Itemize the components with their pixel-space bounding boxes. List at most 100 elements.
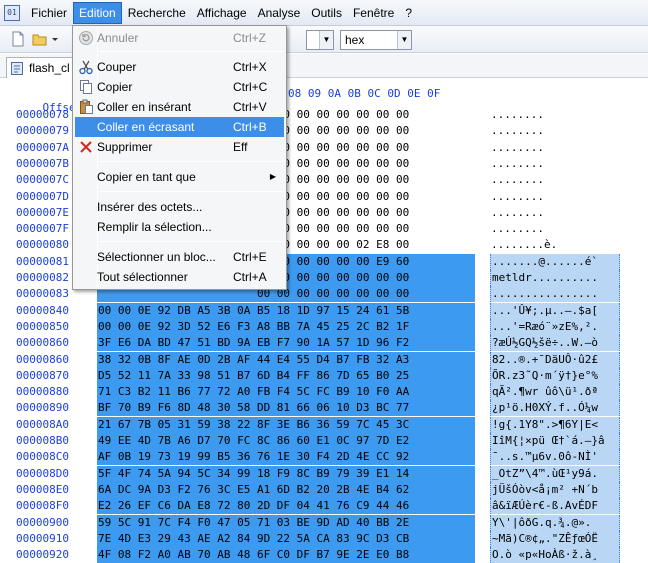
row-ascii[interactable]: ...'=Ræó¨»zE%,².: [490, 318, 620, 335]
row-ascii[interactable]: O.ò «p«HoÀß·ž.à¸: [490, 547, 620, 563]
undo-icon: [79, 31, 93, 45]
dropdown-arrow-icon[interactable]: [52, 31, 58, 47]
hex-row[interactable]: 00000920 4F 08 F2 A0 AB 70 AB 48 6F C0 DF…: [0, 547, 648, 563]
row-bytes[interactable]: 49 EE 4D 7B A6 D7 70 FC 8C 86 60 E1 0C 9…: [97, 433, 475, 449]
hex-row[interactable]: 000008F0 E2 26 EF C6 DA E8 72 80 2D DF 04…: [0, 498, 648, 515]
row-ascii[interactable]: 82..®.+¯DäUÔ·û2£: [490, 351, 620, 368]
menu-item-label: Coller en écrasant: [97, 120, 195, 134]
row-ascii[interactable]: IîM{¦×pü Œ†`á.—}â: [490, 433, 620, 449]
edition-menu: Annuler Ctrl+Z Couper Ctrl+X Copier Ctrl…: [72, 25, 287, 290]
row-ascii[interactable]: ¿p¹ö.H0XÝ.f..Ó¼w: [490, 400, 620, 417]
menu-analyse[interactable]: Analyse: [253, 3, 306, 23]
hex-row[interactable]: 00000890 BF 70 B9 F6 8D 48 30 58 DD 81 66…: [0, 400, 648, 417]
menu-outils[interactable]: Outils: [306, 3, 347, 23]
row-bytes[interactable]: 71 C3 B2 11 B6 77 72 A0 FB F4 5C FC B9 1…: [97, 384, 475, 401]
menu-item-couper[interactable]: Couper Ctrl+X: [75, 57, 284, 77]
row-bytes[interactable]: 38 32 0B 8F AE 0D 2B AF 44 E4 55 D4 B7 F…: [97, 351, 475, 368]
row-ascii[interactable]: ........: [490, 205, 620, 221]
menu-item-shortcut: Eff: [233, 140, 248, 154]
row-ascii[interactable]: .......@......é`: [490, 253, 620, 270]
menu-item-shortcut: Ctrl+B: [233, 120, 267, 134]
hex-row[interactable]: 000008E0 6A DC 9A D3 F2 76 3C E5 A1 6D B2…: [0, 481, 648, 498]
display-mode-value: hex: [345, 33, 365, 47]
row-ascii[interactable]: ........: [490, 172, 620, 188]
row-bytes[interactable]: 59 5C 91 7C F4 F0 47 05 71 03 BE 9D AD 4…: [97, 514, 475, 531]
row-ascii[interactable]: ................: [490, 286, 620, 303]
row-ascii[interactable]: ........: [490, 221, 620, 237]
menu-item-annuler[interactable]: Annuler Ctrl+Z: [75, 28, 284, 48]
menu-separator: [99, 191, 284, 192]
row-bytes[interactable]: 21 67 7B 05 31 59 38 22 8F 3E B6 36 59 7…: [97, 416, 475, 433]
row-ascii[interactable]: â&ïÆÚèr€-ß.AvÉDF: [490, 498, 620, 515]
hex-row[interactable]: 000008A0 21 67 7B 05 31 59 38 22 8F 3E B6…: [0, 416, 648, 433]
hex-row[interactable]: 00000860 3F E6 DA BD 47 51 BD 9A EB F7 90…: [0, 335, 648, 352]
hex-row[interactable]: 00000880 71 C3 B2 11 B6 77 72 A0 FB F4 5C…: [0, 384, 648, 401]
menu-item-remplir-selection[interactable]: Remplir la sélection...: [75, 217, 284, 237]
row-ascii[interactable]: ÕR.z3˜Q·m´ÿ†}e°%: [490, 367, 620, 384]
menu-item-shortcut: Ctrl+C: [233, 80, 268, 94]
hex-row[interactable]: 00000860 38 32 0B 8F AE 0D 2B AF 44 E4 55…: [0, 351, 648, 368]
row-ascii[interactable]: ¯..s.™µ6v.0ô-NÌ': [490, 449, 620, 466]
menu-fichier[interactable]: Fichier: [26, 3, 72, 23]
menu-item-tout-selectionner[interactable]: Tout sélectionner Ctrl+A: [75, 267, 284, 287]
row-ascii[interactable]: ........: [490, 156, 620, 172]
row-offset: 00000860: [16, 352, 69, 366]
display-mode-select[interactable]: hex ▼: [340, 30, 412, 50]
row-bytes[interactable]: D5 52 11 7A 33 98 51 B7 6D B4 FF 86 7D 6…: [97, 367, 475, 384]
row-bytes[interactable]: 4F 08 F2 A0 AB 70 AB 48 6F C0 DF B7 9E 2…: [97, 547, 475, 563]
row-offset: 0000007C: [16, 173, 69, 187]
row-ascii[interactable]: metldr..........: [490, 270, 620, 286]
row-bytes[interactable]: 00 00 0E 92 3D 52 E6 F3 A8 BB 7A 45 25 2…: [97, 318, 475, 335]
menu-recherche[interactable]: Recherche: [123, 3, 191, 23]
row-ascii[interactable]: ........è.: [490, 237, 620, 253]
row-ascii[interactable]: ........: [490, 189, 620, 205]
menu-help[interactable]: ?: [400, 3, 417, 23]
row-ascii[interactable]: jÜšÓòv<å¡m² +N´b: [490, 481, 620, 498]
row-bytes[interactable]: 00 00 0E 92 DB A5 3B 0A B5 18 1D 97 15 2…: [97, 302, 475, 319]
menu-item-coller-inserant[interactable]: Coller en insérant Ctrl+V: [75, 97, 284, 117]
row-bytes[interactable]: 7E 4D E3 29 43 AE A2 84 9D 22 5A CA 83 9…: [97, 530, 475, 547]
open-folder-icon[interactable]: [32, 31, 48, 47]
toolbar-combo-left[interactable]: ▼: [306, 30, 334, 50]
row-ascii[interactable]: _OtZ”\4™.ùŒ¹y9á.: [490, 465, 620, 482]
hex-row[interactable]: 00000870 D5 52 11 7A 33 98 51 B7 6D B4 FF…: [0, 367, 648, 384]
menu-item-selectionner-bloc[interactable]: Sélectionner un bloc... Ctrl+E: [75, 247, 284, 267]
row-ascii[interactable]: ...'Û¥;.µ..—.$a[: [490, 302, 620, 319]
menu-item-inserer-octets[interactable]: Insérer des octets...: [75, 197, 284, 217]
hex-row[interactable]: 000008B0 49 EE 4D 7B A6 D7 70 FC 8C 86 60…: [0, 433, 648, 449]
document-tab-label: flash_cl: [29, 61, 70, 75]
row-ascii[interactable]: !g{.1Y8".>¶6Y|E<: [490, 416, 620, 433]
menu-separator: [99, 51, 284, 52]
menu-item-label: Remplir la sélection...: [97, 220, 212, 234]
row-ascii[interactable]: ........: [490, 123, 620, 139]
row-bytes[interactable]: AF 0B 19 73 19 99 B5 36 76 1E 30 F4 2D 4…: [97, 449, 475, 466]
menu-fenetre[interactable]: Fenêtre: [348, 3, 399, 23]
hex-row[interactable]: 00000840 00 00 0E 92 DB A5 3B 0A B5 18 1D…: [0, 302, 648, 319]
row-offset: 0000007E: [16, 205, 69, 219]
row-ascii[interactable]: ........: [490, 140, 620, 156]
hex-row[interactable]: 00000900 59 5C 91 7C F4 F0 47 05 71 03 BE…: [0, 514, 648, 531]
row-ascii[interactable]: qÃ².¶wr ûô\ü¹.ðª: [490, 384, 620, 401]
row-bytes[interactable]: 6A DC 9A D3 F2 76 3C E5 A1 6D B2 20 2B 4…: [97, 481, 475, 498]
new-file-icon[interactable]: [10, 31, 26, 47]
row-bytes[interactable]: E2 26 EF C6 DA E8 72 80 2D DF 04 41 76 C…: [97, 498, 475, 515]
row-ascii[interactable]: ?æÚ½GQ½šë÷..W.–ò: [490, 335, 620, 352]
row-bytes[interactable]: BF 70 B9 F6 8D 48 30 58 DD 81 66 06 10 D…: [97, 400, 475, 417]
hex-row[interactable]: 00000910 7E 4D E3 29 43 AE A2 84 9D 22 5A…: [0, 530, 648, 547]
menu-item-copier-en-tant-que[interactable]: Copier en tant que ▶: [75, 167, 284, 187]
row-ascii[interactable]: ~Mã)C®¢„."ZÊƒœÓË: [490, 530, 620, 547]
menu-affichage[interactable]: Affichage: [192, 3, 252, 23]
menu-item-supprimer[interactable]: Supprimer Eff: [75, 137, 284, 157]
row-ascii[interactable]: Y\'|ôðG.q.¾.­@».: [490, 514, 620, 531]
row-bytes[interactable]: 5F 4F 74 5A 94 5C 34 99 18 F9 8C B9 79 3…: [97, 465, 475, 482]
menu-edition[interactable]: Edition: [73, 1, 122, 24]
row-ascii[interactable]: ........: [490, 107, 620, 123]
chevron-down-icon: ▼: [319, 31, 333, 49]
hex-row[interactable]: 00000850 00 00 0E 92 3D 52 E6 F3 A8 BB 7A…: [0, 318, 648, 335]
menu-item-coller-ecrasant[interactable]: Coller en écrasant Ctrl+B: [75, 117, 284, 137]
row-offset: 00000850: [16, 319, 69, 333]
menu-item-copier[interactable]: Copier Ctrl+C: [75, 77, 284, 97]
row-bytes[interactable]: 3F E6 DA BD 47 51 BD 9A EB F7 90 1A 57 1…: [97, 335, 475, 352]
hex-row[interactable]: 000008C0 AF 0B 19 73 19 99 B5 36 76 1E 30…: [0, 449, 648, 466]
hex-row[interactable]: 000008D0 5F 4F 74 5A 94 5C 34 99 18 F9 8C…: [0, 465, 648, 482]
